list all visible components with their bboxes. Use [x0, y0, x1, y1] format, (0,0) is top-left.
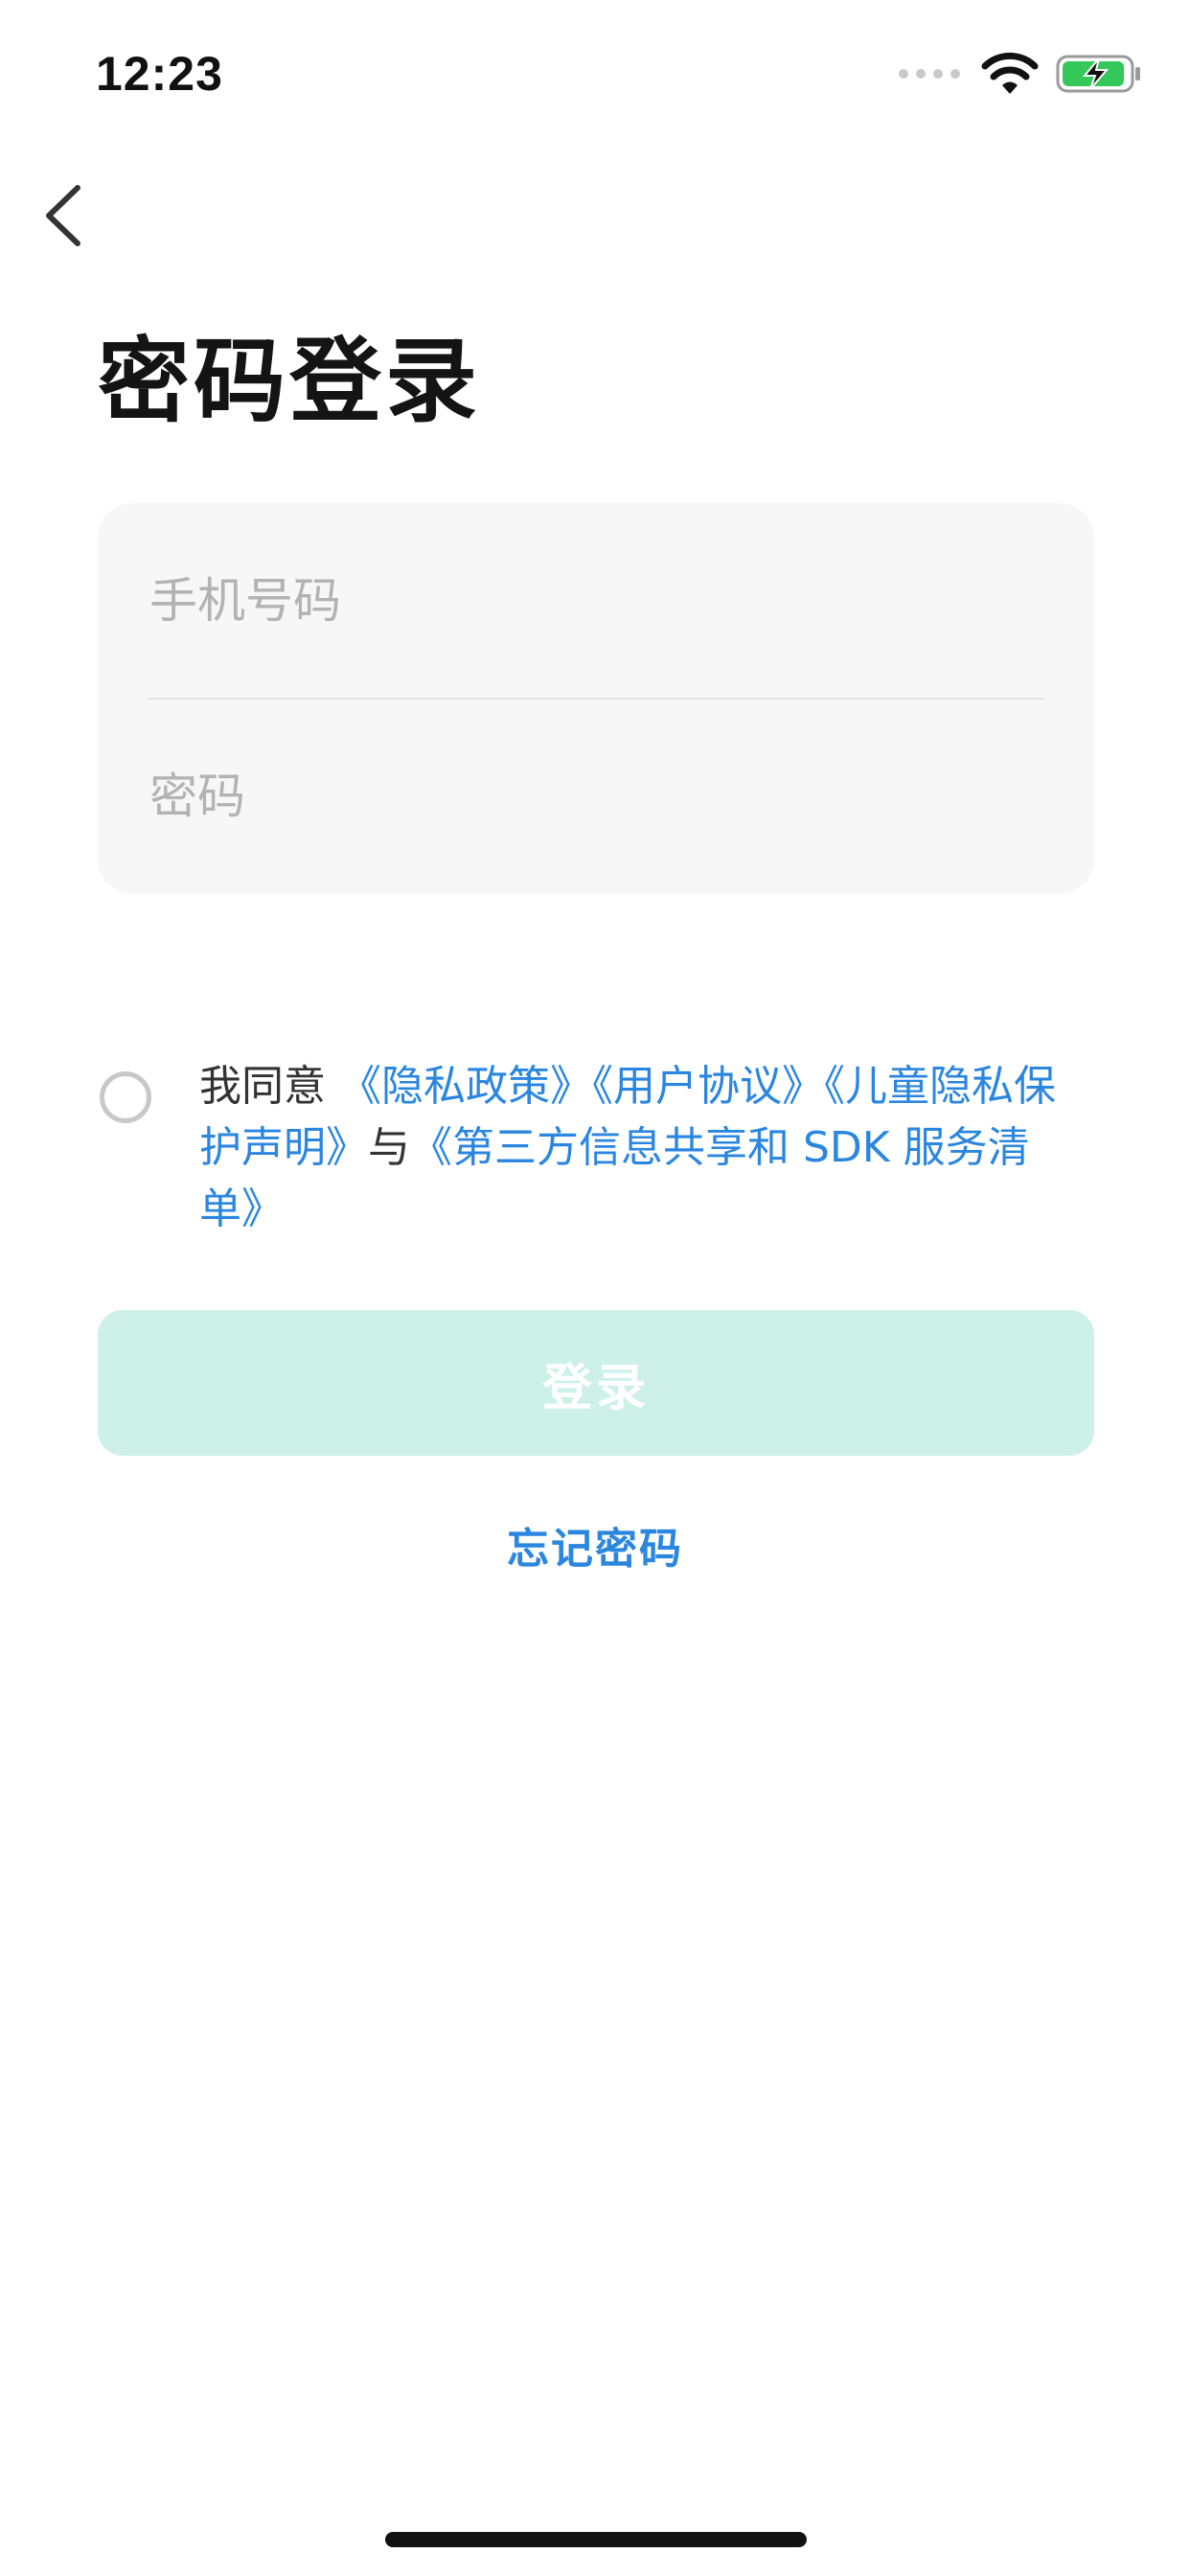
- login-screen: 12:23 密码登录 我同意 《隐: [0, 0, 1190, 2576]
- phone-input[interactable]: [148, 572, 1044, 630]
- forgot-password-link[interactable]: 忘记密码: [0, 1514, 1190, 1576]
- battery-charging-icon: [1056, 55, 1140, 93]
- agreement-checkbox[interactable]: [100, 1071, 151, 1123]
- password-field[interactable]: [148, 699, 1044, 894]
- wifi-icon: [981, 52, 1039, 94]
- privacy-policy-link[interactable]: 《隐私政策》: [339, 1062, 592, 1111]
- agreement-connector: 与: [368, 1123, 410, 1172]
- status-icons: [899, 50, 1142, 98]
- login-form-card: [98, 503, 1094, 894]
- password-input[interactable]: [148, 768, 1044, 825]
- agreement-text: 我同意 《隐私政策》《用户协议》《儿童隐私保护声明》与《第三方信息共享和 SDK…: [199, 1056, 1062, 1240]
- chevron-left-icon: [46, 185, 80, 246]
- home-indicator: [385, 2532, 807, 2547]
- user-agreement-link[interactable]: 《用户协议》: [592, 1062, 824, 1111]
- phone-field[interactable]: [148, 503, 1044, 699]
- status-time: 12:23: [96, 47, 223, 101]
- page-title: 密码登录: [98, 328, 481, 435]
- signal-icon: [899, 69, 960, 79]
- login-button[interactable]: 登录: [98, 1310, 1094, 1456]
- back-button[interactable]: [19, 172, 105, 259]
- agreement-prefix: 我同意: [199, 1062, 326, 1111]
